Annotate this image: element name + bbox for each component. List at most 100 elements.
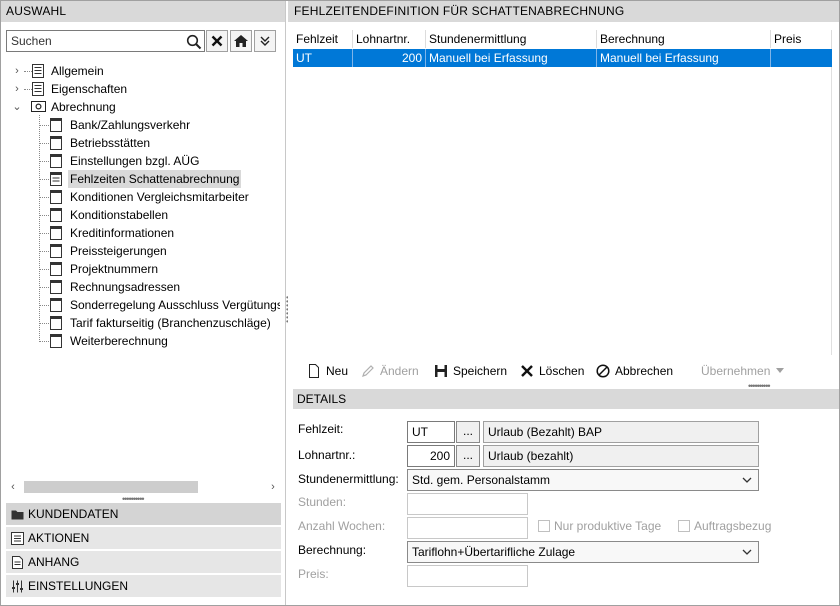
tree-connector [40,125,49,126]
column-header-berechnung[interactable]: Berechnung [597,30,771,48]
checkbox-label: Auftragsbezug [694,519,772,533]
berechnung-select[interactable]: Tariflohn+Übertarifliche Zulage [407,541,759,563]
apply-dropdown-button[interactable]: Übernehmen [700,362,790,380]
delete-button[interactable]: Löschen [520,362,586,380]
tree-item-label: Projektnummern [70,262,159,276]
tree-item-label: Konditionstabellen [70,208,169,222]
tree-item-bank-zahlungsverkehr[interactable]: Bank/Zahlungsverkehr [50,116,280,134]
caret-down-icon [776,368,784,373]
cell-preis[interactable] [771,49,832,67]
tree-horizontal-scrollbar[interactable]: ‹ › [6,479,282,496]
scroll-right-arrow-icon[interactable]: › [266,480,280,494]
search-icon[interactable] [185,33,203,51]
nav-label: AKTIONEN [28,531,90,545]
tree-item-einstellungen-aueg[interactable]: Einstellungen bzgl. AÜG [50,152,280,170]
tree-item-tarif-fakturseitig[interactable]: Tarif fakturseitig (Branchenzuschläge) [50,314,280,332]
preis-input[interactable] [407,565,528,587]
cell-fehlzeit[interactable]: UT [293,49,353,67]
nav-einstellungen[interactable]: EINSTELLUNGEN [6,575,281,598]
checkbox-label: Nur produktive Tage [554,519,662,533]
tree-connector [40,143,49,144]
close-icon [521,365,533,377]
search-field[interactable] [6,30,205,52]
checkbox-box[interactable] [678,520,690,532]
tree-connector [40,179,49,180]
list-icon [11,532,24,545]
berechnung-selected-value: Tariflohn+Übertarifliche Zulage [412,545,576,559]
tree-item-projektnummern[interactable]: Projektnummern [50,260,280,278]
tree-item-konditionen-vergleichsmitarbeiter[interactable]: Konditionen Vergleichsmitarbeiter [50,188,280,206]
tree-node-label: Allgemein [51,64,104,78]
edit-button[interactable]: Ändern [361,362,423,380]
lohnartnr-lookup-button[interactable]: ... [456,445,480,467]
list-icon [32,82,44,96]
apply-button-label: Übernehmen [701,364,771,378]
column-header-fehlzeit[interactable]: Fehlzeit [293,30,353,48]
stunden-input[interactable] [407,493,528,515]
new-document-icon [309,364,319,378]
selection-panel: AUSWAHL › [0,0,286,606]
tree-connector [40,269,49,270]
anzahl-wochen-input[interactable] [407,517,528,539]
chevron-right-icon[interactable]: › [12,65,22,77]
nav-label: KUNDENDATEN [28,507,119,521]
tree-item-label: Konditionen Vergleichsmitarbeiter [70,190,249,204]
home-button[interactable] [230,30,252,52]
detail-panel: FEHLZEITENDEFINITION FÜR SCHATTENABRECHN… [288,0,840,606]
nav-kundendaten[interactable]: KUNDENDATEN [6,503,281,526]
fehlzeit-lookup-button[interactable]: ... [456,421,480,443]
tree-item-label: Bank/Zahlungsverkehr [70,118,191,132]
tree-item-konditionstabellen[interactable]: Konditionstabellen [50,206,280,224]
tree-connector [39,115,40,342]
column-header-lohnartnr[interactable]: Lohnartnr. [353,30,426,48]
stundenermittlung-select[interactable]: Std. gem. Personalstamm [407,469,759,491]
scroll-left-arrow-icon[interactable]: ‹ [6,480,20,494]
chevron-down-icon[interactable]: ⌄ [12,101,22,113]
cell-stundenermittlung[interactable]: Manuell bei Erfassung [426,49,597,67]
column-header-preis[interactable]: Preis [771,30,832,48]
scrollbar-thumb[interactable] [24,481,198,493]
tree-node-abrechnung[interactable]: ⌄ Abrechnung [12,98,272,116]
save-button[interactable]: Speichern [434,362,509,380]
tree-item-kreditinformationen[interactable]: Kreditinformationen [50,224,280,242]
tree-item-weiterberechnung[interactable]: Weiterberechnung [50,332,280,350]
form-icon [50,262,62,276]
fehlzeit-input[interactable]: UT [407,421,455,443]
new-button[interactable]: Neu [307,362,352,380]
tree-item-rechnungsadressen[interactable]: Rechnungsadressen [50,278,280,296]
list-icon [32,64,44,78]
tree-item-sonderregelung[interactable]: Sonderregelung Ausschluss Vergütungsl [50,296,280,314]
column-header-stundenermittlung[interactable]: Stundenermittlung [426,30,597,48]
cell-berechnung[interactable]: Manuell bei Erfassung [597,49,771,67]
nav-label: EINSTELLUNGEN [28,579,129,593]
berechnung-label: Berechnung: [298,543,367,557]
folder-icon [11,510,24,520]
search-input[interactable] [9,32,181,50]
tree-node-allgemein[interactable]: › Allgemein [12,62,272,80]
splitter-grip[interactable]: •••••••••• [748,382,770,391]
tree-item-preissteigerungen[interactable]: Preissteigerungen [50,242,280,260]
tree-item-label: Einstellungen bzgl. AÜG [70,154,200,168]
checkbox-box[interactable] [538,520,550,532]
cell-lohnartnr[interactable]: 200 [353,49,426,67]
tree-node-eigenschaften[interactable]: › Eigenschaften [12,80,272,98]
tree-item-betriebsstaetten[interactable]: Betriebsstätten [50,134,280,152]
clear-search-button[interactable] [206,30,228,52]
tree-item-label: Fehlzeiten Schattenabrechnung [68,170,242,188]
tree-item-fehlzeiten-schattenabrechnung[interactable]: Fehlzeiten Schattenabrechnung [50,170,280,188]
nav-aktionen[interactable]: AKTIONEN [6,527,281,550]
splitter-grip[interactable]: •••••••••• [122,495,144,504]
chevron-down-icon [742,477,752,483]
cancel-button[interactable]: Abbrechen [596,362,678,380]
collapse-all-button[interactable] [254,30,276,52]
tree-connector [40,197,49,198]
form-icon [50,190,62,204]
tree-item-label: Weiterberechnung [70,334,168,348]
form-icon [50,118,62,132]
form-icon [50,208,62,222]
lohnartnr-input[interactable]: 200 [407,445,455,467]
tree-item-label: Kreditinformationen [70,226,175,240]
chevron-right-icon[interactable]: › [12,83,22,95]
absence-grid[interactable]: Fehlzeit Lohnartnr. Stundenermittlung Be… [293,30,832,355]
nav-anhang[interactable]: ANHANG [6,551,281,574]
